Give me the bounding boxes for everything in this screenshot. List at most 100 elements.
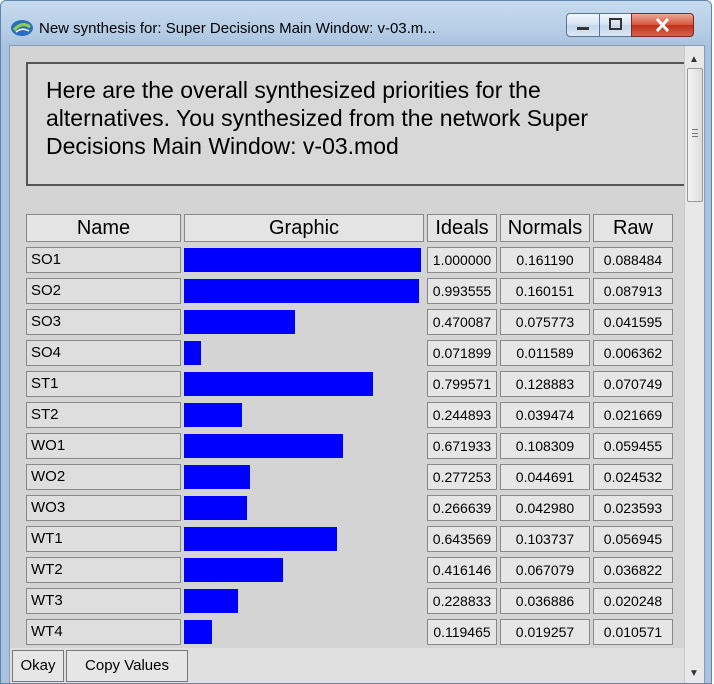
- scroll-down-arrow-icon[interactable]: ▼: [689, 668, 699, 679]
- ideal-value: 0.671933: [427, 433, 497, 459]
- priority-graphic-cell: [184, 557, 423, 583]
- normal-value: 0.108309: [500, 433, 590, 459]
- table-row: WT4 0.119465 0.019257 0.010571: [26, 619, 688, 647]
- synthesis-message-box: Here are the overall synthesized priorit…: [26, 62, 688, 186]
- column-header-ideals: Ideals: [427, 214, 497, 242]
- ideal-value: 0.119465: [427, 619, 497, 645]
- priority-graphic-cell: [184, 619, 423, 645]
- normal-value: 0.103737: [500, 526, 590, 552]
- normal-value: 0.044691: [500, 464, 590, 490]
- alternative-name: SO2: [26, 278, 181, 304]
- ideal-value: 0.993555: [427, 278, 497, 304]
- priority-graphic-cell: [184, 247, 423, 273]
- table-row: SO2 0.993555 0.160151 0.087913: [26, 278, 688, 306]
- table-row: WT3 0.228833 0.036886 0.020248: [26, 588, 688, 616]
- button-bar: Okay Copy Values: [10, 648, 684, 683]
- alternative-name: WO1: [26, 433, 181, 459]
- vertical-scrollbar[interactable]: ▲ ▼: [684, 46, 704, 683]
- minimize-button[interactable]: [566, 13, 600, 37]
- normal-value: 0.039474: [500, 402, 590, 428]
- raw-value: 0.036822: [593, 557, 673, 583]
- alternative-name: WO2: [26, 464, 181, 490]
- priority-bar: [184, 496, 247, 520]
- normal-value: 0.075773: [500, 309, 590, 335]
- close-icon: [655, 17, 670, 33]
- ideal-value: 0.643569: [427, 526, 497, 552]
- priority-bar: [184, 403, 242, 427]
- priority-graphic-cell: [184, 495, 423, 521]
- ideal-value: 0.266639: [427, 495, 497, 521]
- raw-value: 0.041595: [593, 309, 673, 335]
- alternative-name: WT1: [26, 526, 181, 552]
- normal-value: 0.067079: [500, 557, 590, 583]
- alternative-name: ST1: [26, 371, 181, 397]
- ideal-value: 0.799571: [427, 371, 497, 397]
- alternative-name: WT2: [26, 557, 181, 583]
- alternative-name: WO3: [26, 495, 181, 521]
- close-button[interactable]: [631, 13, 694, 37]
- ideal-value: 0.228833: [427, 588, 497, 614]
- alternative-name: WT4: [26, 619, 181, 645]
- priority-bar: [184, 620, 212, 644]
- ideal-value: 0.416146: [427, 557, 497, 583]
- priority-bar: [184, 248, 421, 272]
- raw-value: 0.056945: [593, 526, 673, 552]
- maximize-button[interactable]: [599, 13, 632, 37]
- raw-value: 0.088484: [593, 247, 673, 273]
- column-header-normals: Normals: [500, 214, 590, 242]
- table-row: ST1 0.799571 0.128883 0.070749: [26, 371, 688, 399]
- raw-value: 0.020248: [593, 588, 673, 614]
- priority-graphic-cell: [184, 371, 423, 397]
- app-icon: [11, 20, 33, 36]
- normal-value: 0.011589: [500, 340, 590, 366]
- scroll-up-arrow-icon[interactable]: ▲: [689, 54, 699, 65]
- priority-bar: [184, 465, 250, 489]
- priority-graphic-cell: [184, 340, 423, 366]
- alternative-name: SO3: [26, 309, 181, 335]
- raw-value: 0.070749: [593, 371, 673, 397]
- priority-bar: [184, 310, 295, 334]
- priority-bar: [184, 434, 343, 458]
- alternative-name: SO1: [26, 247, 181, 273]
- column-header-name: Name: [26, 214, 181, 242]
- priority-graphic-cell: [184, 526, 423, 552]
- table-row: SO3 0.470087 0.075773 0.041595: [26, 309, 688, 337]
- column-header-raw: Raw: [593, 214, 673, 242]
- priority-bar: [184, 589, 238, 613]
- normal-value: 0.128883: [500, 371, 590, 397]
- priority-graphic-cell: [184, 464, 423, 490]
- priority-graphic-cell: [184, 433, 423, 459]
- raw-value: 0.023593: [593, 495, 673, 521]
- priority-graphic-cell: [184, 588, 423, 614]
- raw-value: 0.087913: [593, 278, 673, 304]
- table-row: SO4 0.071899 0.011589 0.006362: [26, 340, 688, 368]
- ideal-value: 1.000000: [427, 247, 497, 273]
- column-header-graphic: Graphic: [184, 214, 424, 242]
- copy-values-button[interactable]: Copy Values: [66, 650, 188, 682]
- scrollbar-thumb[interactable]: [687, 68, 703, 202]
- priority-graphic-cell: [184, 278, 423, 304]
- priority-graphic-cell: [184, 402, 423, 428]
- table-row: WO2 0.277253 0.044691 0.024532: [26, 464, 688, 492]
- table-row: WO3 0.266639 0.042980 0.023593: [26, 495, 688, 523]
- okay-button[interactable]: Okay: [12, 650, 64, 682]
- raw-value: 0.024532: [593, 464, 673, 490]
- maximize-icon: [609, 18, 622, 30]
- normal-value: 0.160151: [500, 278, 590, 304]
- raw-value: 0.010571: [593, 619, 673, 645]
- minimize-icon: [577, 27, 589, 30]
- normal-value: 0.036886: [500, 588, 590, 614]
- normal-value: 0.042980: [500, 495, 590, 521]
- title-bar[interactable]: New synthesis for: Super Decisions Main …: [1, 1, 711, 45]
- synthesis-window: New synthesis for: Super Decisions Main …: [0, 0, 712, 684]
- priority-bar: [184, 372, 373, 396]
- priority-bar: [184, 279, 419, 303]
- table-row: WO1 0.671933 0.108309 0.059455: [26, 433, 688, 461]
- priority-bar: [184, 341, 201, 365]
- client-area: Here are the overall synthesized priorit…: [9, 45, 705, 683]
- normal-value: 0.161190: [500, 247, 590, 273]
- table-row: ST2 0.244893 0.039474 0.021669: [26, 402, 688, 430]
- grip-icon: [692, 129, 698, 137]
- raw-value: 0.059455: [593, 433, 673, 459]
- priority-bar: [184, 527, 337, 551]
